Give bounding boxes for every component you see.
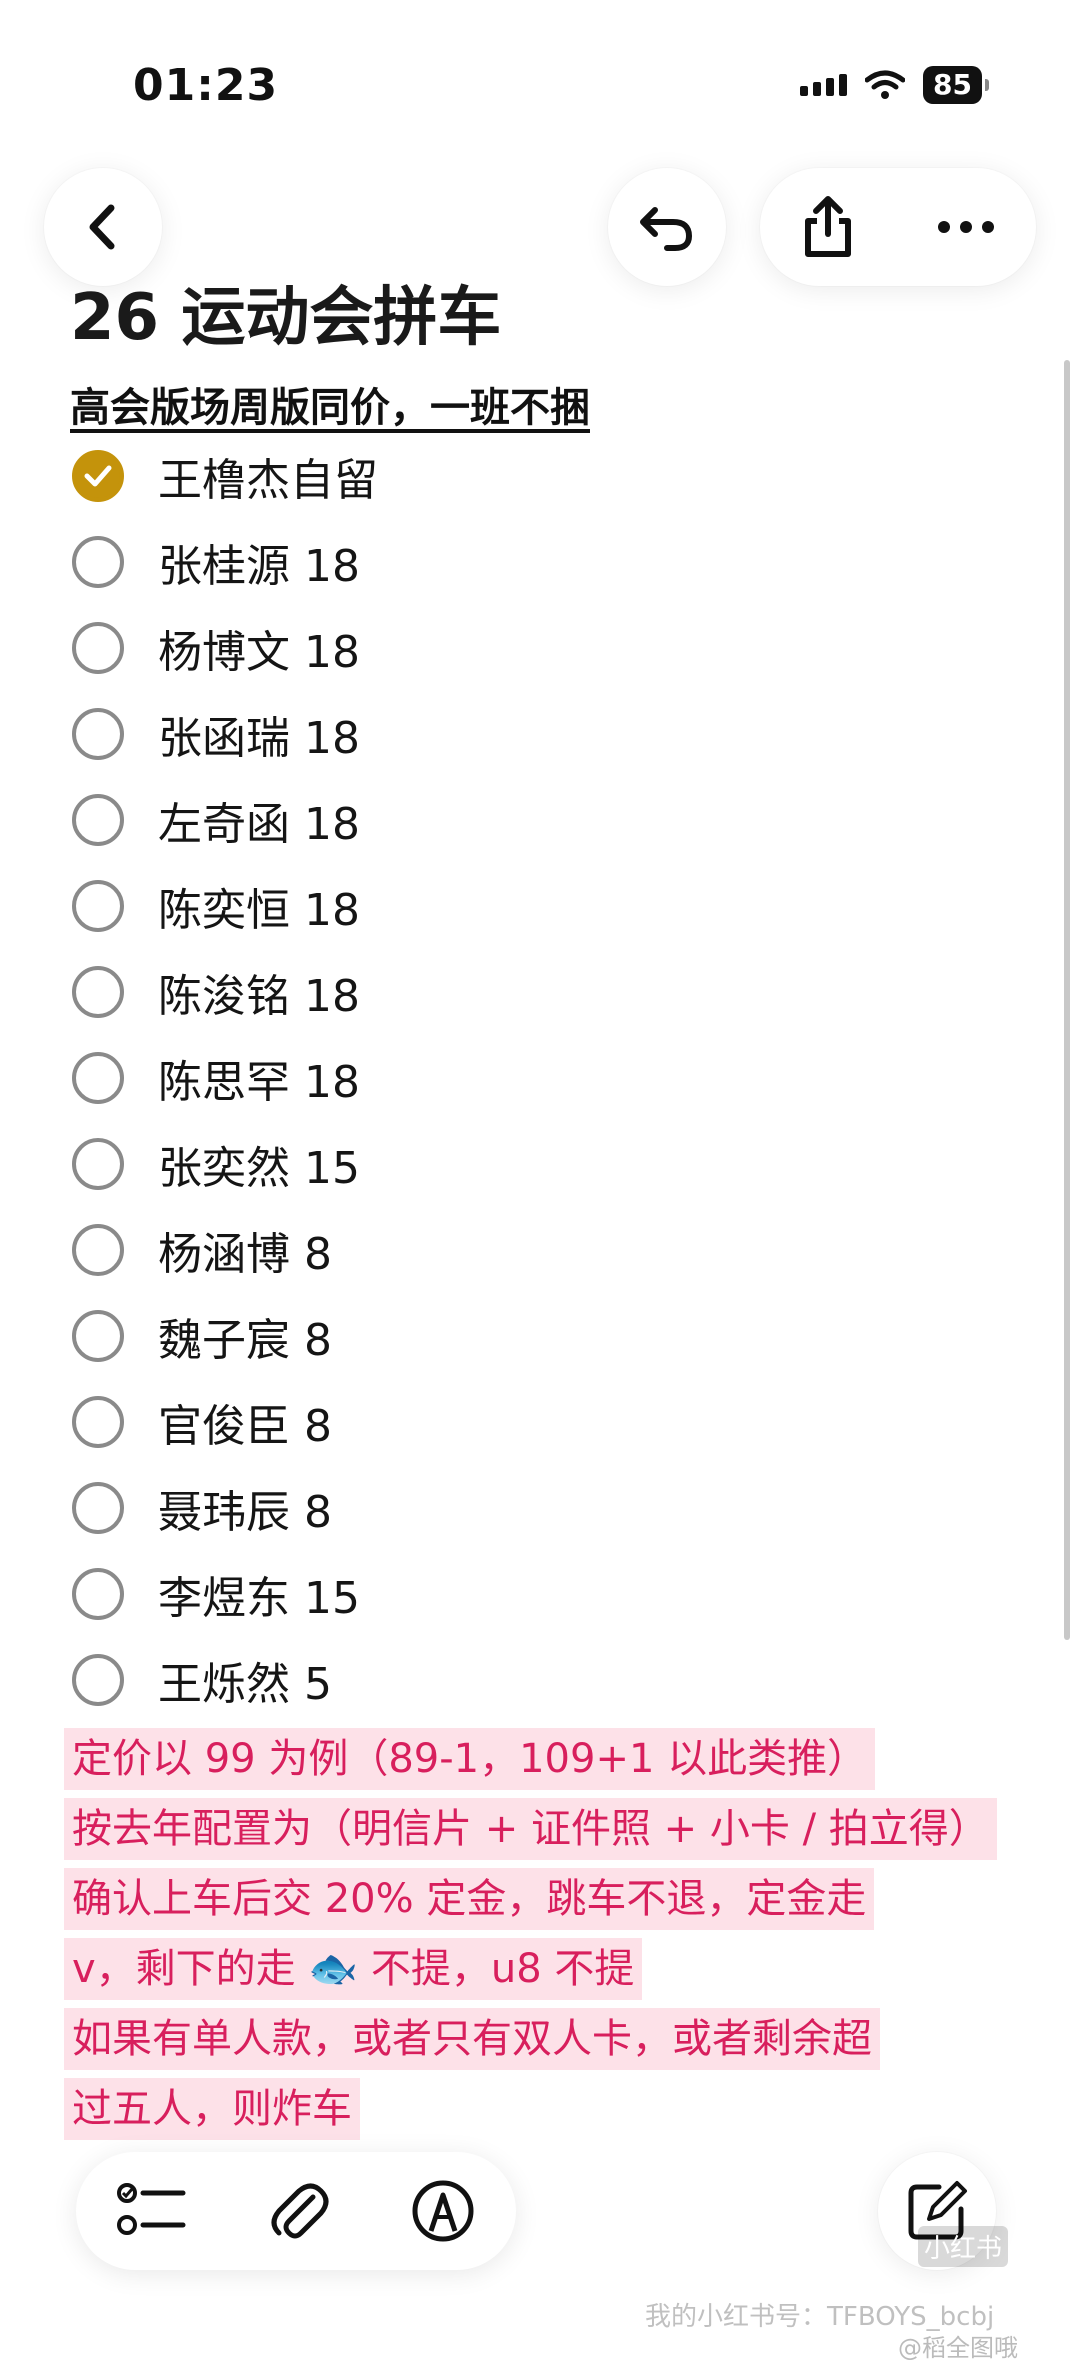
checklist-item[interactable]: 魏子宸 8 — [72, 1306, 332, 1366]
checklist-icon[interactable] — [117, 2181, 187, 2241]
checklist-item-label[interactable]: 魏子宸 8 — [158, 1304, 332, 1368]
undo-icon — [640, 207, 693, 251]
checklist-item[interactable]: 张函瑞 18 — [72, 704, 360, 764]
checklist-item[interactable]: 陈思罕 18 — [72, 1048, 360, 1108]
share-icon[interactable] — [800, 194, 856, 260]
checklist-item-label[interactable]: 杨博文 18 — [158, 616, 360, 680]
wifi-icon — [865, 70, 906, 99]
note-title[interactable]: 26 运动会拼车 — [70, 266, 501, 358]
highlighted-text-line[interactable]: 确认上车后交 20% 定金，跳车不退，定金走 — [64, 1868, 875, 1930]
unchecked-circle-icon[interactable] — [72, 1310, 124, 1362]
unchecked-circle-icon[interactable] — [72, 966, 124, 1018]
highlighted-text-line[interactable]: 按去年配置为（明信片 + 证件照 + 小卡 / 拍立得） — [64, 1798, 997, 1860]
weibo-watermark: @稻全图哦 — [898, 2334, 1018, 2362]
unchecked-circle-icon[interactable] — [72, 536, 124, 588]
unchecked-circle-icon[interactable] — [72, 1568, 124, 1620]
checklist-item[interactable]: 王橹杰自留 — [72, 446, 378, 506]
unchecked-circle-icon[interactable] — [72, 794, 124, 846]
more-icon[interactable] — [936, 220, 996, 234]
note-subtitle[interactable]: 高会版场周版同价，一班不捆 — [70, 375, 590, 433]
checklist-item-label[interactable]: 王烁然 5 — [158, 1648, 332, 1712]
checked-circle-icon[interactable] — [72, 450, 124, 502]
checklist-item-label[interactable]: 陈奕恒 18 — [158, 874, 360, 938]
highlighted-text-line[interactable]: 如果有单人款，或者只有双人卡，或者剩余超 — [64, 2008, 880, 2070]
unchecked-circle-icon[interactable] — [72, 1138, 124, 1190]
highlighted-text-line[interactable]: 过五人，则炸车 — [64, 2078, 360, 2140]
highlighted-text-line[interactable]: 定价以 99 为例（89-1，109+1 以此类推） — [64, 1728, 876, 1790]
checklist-item[interactable]: 陈奕恒 18 — [72, 876, 360, 936]
unchecked-circle-icon[interactable] — [72, 1482, 124, 1534]
battery-indicator: 85 — [923, 66, 989, 104]
checklist-item-label[interactable]: 左奇函 18 — [158, 788, 360, 852]
checklist-item[interactable]: 杨博文 18 — [72, 618, 360, 678]
unchecked-circle-icon[interactable] — [72, 1654, 124, 1706]
scroll-indicator[interactable] — [1064, 360, 1070, 1640]
checklist-item-label[interactable]: 杨涵博 8 — [158, 1218, 332, 1282]
paperclip-icon[interactable] — [269, 2179, 329, 2243]
checklist-item[interactable]: 官俊臣 8 — [72, 1392, 332, 1452]
checklist-item[interactable]: 陈浚铭 18 — [72, 962, 360, 1022]
checklist-item[interactable]: 张桂源 18 — [72, 532, 360, 592]
chevron-left-icon — [89, 204, 115, 250]
unchecked-circle-icon[interactable] — [72, 1052, 124, 1104]
checklist-item-label[interactable]: 陈浚铭 18 — [158, 960, 360, 1024]
checklist-item[interactable]: 左奇函 18 — [72, 790, 360, 850]
status-icons: 85 — [800, 66, 989, 104]
note-actions — [760, 168, 1036, 286]
undo-button[interactable] — [608, 168, 726, 286]
checklist-item[interactable]: 王烁然 5 — [72, 1650, 332, 1710]
markup-pen-icon[interactable] — [411, 2179, 475, 2243]
status-time: 01:23 — [133, 60, 279, 111]
checklist-item[interactable]: 杨涵博 8 — [72, 1220, 332, 1280]
unchecked-circle-icon[interactable] — [72, 1224, 124, 1276]
cellular-signal-icon — [800, 74, 848, 96]
checklist-item-label[interactable]: 李煜东 15 — [158, 1562, 360, 1626]
checklist-item-label[interactable]: 官俊臣 8 — [158, 1390, 332, 1454]
xiaohongshu-watermark-badge: 小红书 — [918, 2226, 1009, 2267]
checklist-item-label[interactable]: 王橹杰自留 — [158, 444, 378, 508]
checklist-item-label[interactable]: 聂玮辰 8 — [158, 1476, 332, 1540]
unchecked-circle-icon[interactable] — [72, 880, 124, 932]
unchecked-circle-icon[interactable] — [72, 622, 124, 674]
unchecked-circle-icon[interactable] — [72, 708, 124, 760]
checklist-item[interactable]: 张奕然 15 — [72, 1134, 360, 1194]
checklist-item[interactable]: 李煜东 15 — [72, 1564, 360, 1624]
unchecked-circle-icon[interactable] — [72, 1396, 124, 1448]
checklist-item-label[interactable]: 张函瑞 18 — [158, 702, 360, 766]
bottom-toolbar — [76, 2152, 516, 2270]
highlighted-text-line[interactable]: v，剩下的走 🐟 不提，u8 不提 — [64, 1938, 643, 2000]
checklist-item-label[interactable]: 陈思罕 18 — [158, 1046, 360, 1110]
checklist-item-label[interactable]: 张桂源 18 — [158, 530, 360, 594]
checklist-item-label[interactable]: 张奕然 15 — [158, 1132, 360, 1196]
checklist-item[interactable]: 聂玮辰 8 — [72, 1478, 332, 1538]
